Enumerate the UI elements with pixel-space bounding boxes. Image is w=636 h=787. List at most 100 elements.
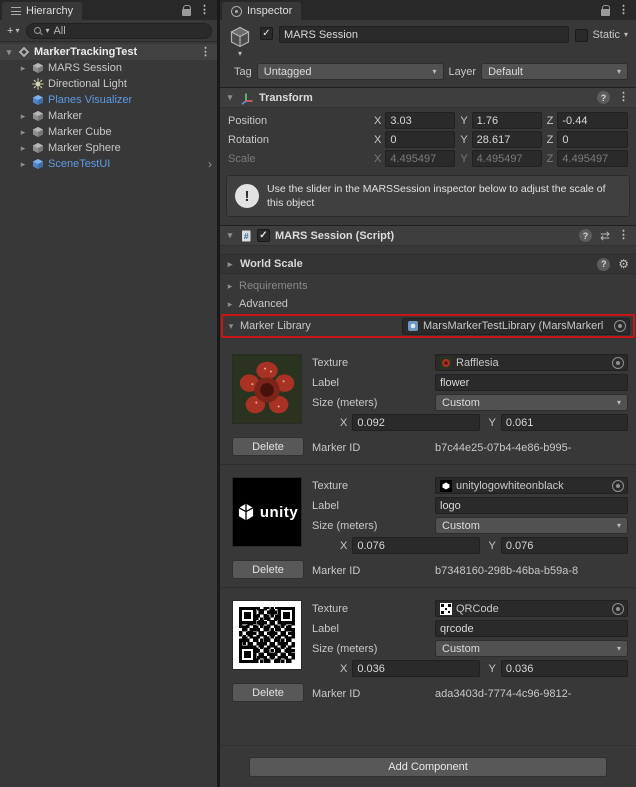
- unity-logo-texture-preview[interactable]: unity: [232, 477, 302, 547]
- texture-object-field[interactable]: Rafflesia: [435, 354, 628, 371]
- component-enabled-checkbox[interactable]: ✓: [257, 229, 270, 242]
- label-field[interactable]: [435, 620, 628, 637]
- label-field[interactable]: [435, 374, 628, 391]
- active-checkbox[interactable]: ✓: [260, 27, 273, 40]
- rafflesia-texture-preview[interactable]: [232, 354, 302, 424]
- hierarchy-item-directional-light[interactable]: Directional Light: [0, 76, 217, 92]
- texture-label: Texture: [312, 603, 435, 615]
- hierarchy-item-mars-session[interactable]: ▸ MARS Session: [0, 60, 217, 76]
- size-row: Size (meters) Custom ▾: [312, 640, 628, 657]
- foldout-open-icon[interactable]: ▾: [225, 230, 235, 241]
- component-menu-icon[interactable]: ⋮: [618, 92, 629, 103]
- lock-icon[interactable]: [182, 9, 191, 16]
- help-icon[interactable]: ?: [597, 91, 610, 104]
- delete-button[interactable]: Delete: [232, 560, 304, 579]
- size-dropdown[interactable]: Custom ▾: [435, 517, 628, 534]
- rotation-y-field[interactable]: [472, 131, 542, 148]
- texture-object-field[interactable]: QRCode: [435, 600, 628, 617]
- hierarchy-item-marker-cube[interactable]: ▸ Marker Cube: [0, 124, 217, 140]
- label-field[interactable]: [435, 497, 628, 514]
- size-x: X: [340, 537, 480, 554]
- size-y-field[interactable]: [501, 537, 628, 554]
- inspector-menu-icon[interactable]: ⋮: [618, 5, 629, 16]
- marker-library-object-field[interactable]: MarsMarkerTestLibrary (MarsMarkerl: [402, 318, 630, 335]
- foldout-closed-icon[interactable]: ▸: [18, 127, 28, 138]
- hierarchy-tab-controls: ⋮: [182, 5, 217, 20]
- texture-object-field[interactable]: unitylogowhiteonblack: [435, 477, 628, 494]
- gear-icon[interactable]: ⚙: [618, 258, 629, 270]
- mars-session-script-header[interactable]: ▾ ✓ MARS Session (Script) ? ⇄ ⋮: [220, 225, 636, 246]
- tag-dropdown[interactable]: Untagged ▾: [257, 63, 444, 80]
- component-menu-icon[interactable]: ⋮: [618, 230, 629, 241]
- hierarchy-menu-icon[interactable]: ⋮: [199, 5, 210, 16]
- static-dropdown[interactable]: Static ▾: [575, 27, 630, 42]
- layer-dropdown[interactable]: Default ▾: [481, 63, 628, 80]
- gameobject-cube-icon: [228, 25, 252, 49]
- help-icon[interactable]: ?: [579, 229, 592, 242]
- inspector-tabbar: Inspector ⋮: [220, 0, 636, 20]
- foldout-open-icon[interactable]: ▾: [226, 321, 236, 332]
- foldout-closed-icon[interactable]: ▸: [225, 299, 235, 310]
- position-z-field[interactable]: [557, 112, 628, 129]
- create-object-button[interactable]: + ▾: [5, 25, 21, 37]
- size-dropdown[interactable]: Custom ▾: [435, 640, 628, 657]
- rotation-x-field[interactable]: [385, 131, 455, 148]
- position-x-field[interactable]: [385, 112, 455, 129]
- size-x-field[interactable]: [352, 414, 479, 431]
- world-scale-header[interactable]: ▸ World Scale ? ⚙: [220, 254, 636, 274]
- size-y-field[interactable]: [501, 660, 628, 677]
- prefab-open-chevron-icon[interactable]: ›: [208, 157, 215, 171]
- position-y-field[interactable]: [472, 112, 542, 129]
- caret-down-icon: ▾: [624, 31, 628, 39]
- tab-hierarchy[interactable]: Hierarchy: [2, 2, 82, 20]
- object-picker-icon[interactable]: [614, 320, 626, 332]
- scene-menu-icon[interactable]: ⋮: [200, 47, 215, 58]
- object-picker-icon[interactable]: [612, 603, 624, 615]
- hierarchy-item-marker-sphere[interactable]: ▸ Marker Sphere: [0, 140, 217, 156]
- label-label: Label: [312, 377, 435, 389]
- qrcode-texture-preview[interactable]: [232, 600, 302, 670]
- delete-button[interactable]: Delete: [232, 437, 304, 456]
- position-axes: X Y Z: [374, 112, 628, 129]
- size-y-field[interactable]: [501, 414, 628, 431]
- hierarchy-item-planes-visualizer[interactable]: Planes Visualizer: [0, 92, 217, 108]
- foldout-closed-icon[interactable]: ▸: [18, 111, 28, 122]
- object-picker-icon[interactable]: [612, 357, 624, 369]
- size-row: Size (meters) Custom ▾: [312, 517, 628, 534]
- inspector-panel: Inspector ⋮ ▾ ✓ Static ▾ Tag: [220, 0, 636, 787]
- label-label: Label: [312, 623, 435, 635]
- static-checkbox[interactable]: [575, 29, 588, 42]
- advanced-foldout[interactable]: ▸ Advanced: [220, 295, 636, 313]
- hierarchy-item-marker[interactable]: ▸ Marker: [0, 108, 217, 124]
- gameobject-name-field[interactable]: [279, 26, 569, 43]
- marker-library-row-annotated: ▾ Marker Library MarsMarkerTestLibrary (…: [221, 314, 635, 338]
- scene-row[interactable]: ▾ MarkerTrackingTest ⋮: [0, 44, 217, 60]
- hierarchy-item-scenetestui[interactable]: ▸ SceneTestUI ›: [0, 156, 217, 172]
- foldout-closed-icon[interactable]: ▸: [18, 63, 28, 74]
- rotation-z-field[interactable]: [557, 131, 628, 148]
- size-dropdown[interactable]: Custom ▾: [435, 394, 628, 411]
- add-component-button[interactable]: Add Component: [249, 757, 607, 777]
- tag-layer-row: Tag Untagged ▾ Layer Default ▾: [220, 60, 636, 87]
- foldout-open-icon[interactable]: ▾: [225, 92, 235, 103]
- object-picker-icon[interactable]: [612, 480, 624, 492]
- texture-value: Rafflesia: [456, 357, 608, 369]
- tab-inspector[interactable]: Inspector: [222, 2, 301, 20]
- foldout-closed-icon[interactable]: ▸: [18, 159, 28, 170]
- qrcode-mini-icon: [440, 603, 452, 615]
- scene-icon: [18, 46, 30, 58]
- light-icon: [32, 78, 44, 90]
- transform-header[interactable]: ▾ Transform ? ⋮: [220, 87, 636, 108]
- item-label: Marker Cube: [48, 126, 112, 138]
- foldout-open-icon[interactable]: ▾: [4, 47, 14, 58]
- delete-button[interactable]: Delete: [232, 683, 304, 702]
- size-x-field[interactable]: [352, 537, 479, 554]
- foldout-closed-icon[interactable]: ▸: [18, 143, 28, 154]
- hierarchy-search-input[interactable]: ▾ All: [26, 23, 212, 39]
- lock-icon[interactable]: [601, 9, 610, 16]
- size-x-field[interactable]: [352, 660, 479, 677]
- presets-icon[interactable]: ⇄: [600, 230, 610, 242]
- gameobject-icon-button[interactable]: ▾: [226, 25, 254, 58]
- item-label: Marker: [48, 110, 82, 122]
- help-icon[interactable]: ?: [597, 258, 610, 271]
